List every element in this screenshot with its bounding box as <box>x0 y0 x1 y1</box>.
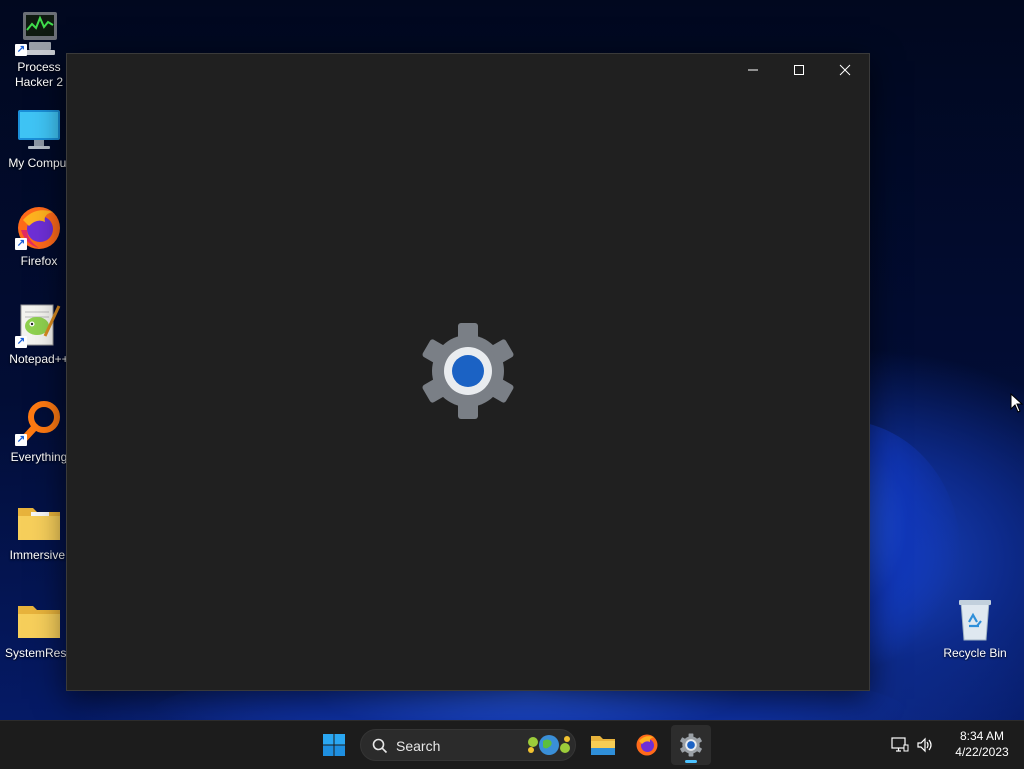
monitor-icon <box>15 106 63 154</box>
clock-date: 4/22/2023 <box>955 745 1009 759</box>
maximize-icon <box>794 65 804 75</box>
recycle-bin-icon <box>951 596 999 644</box>
shortcut-arrow-icon: ↗ <box>15 336 27 348</box>
desktop: ↗ Process Hacker 2 My Comput ↗ Firefox ↗… <box>0 0 1024 720</box>
active-app-indicator <box>685 760 697 763</box>
volume-icon <box>917 737 932 753</box>
file-explorer-button[interactable] <box>583 725 623 765</box>
folder-icon <box>15 596 63 644</box>
minimize-icon <box>748 69 758 71</box>
shortcut-arrow-icon: ↗ <box>15 434 27 446</box>
everything-search-icon: ↗ <box>15 400 63 448</box>
desktop-icon-recycle-bin[interactable]: Recycle Bin <box>936 596 1014 661</box>
minimize-button[interactable] <box>730 54 776 86</box>
network-icon <box>891 737 909 752</box>
firefox-taskbar-button[interactable] <box>627 725 667 765</box>
settings-window[interactable] <box>66 53 870 691</box>
settings-taskbar-button[interactable] <box>671 725 711 765</box>
search-placeholder: Search <box>396 738 441 754</box>
search-highlight-globe-icon <box>528 735 570 755</box>
shortcut-arrow-icon: ↗ <box>15 44 27 56</box>
taskbar-clock[interactable]: 8:34 AM 4/22/2023 <box>942 728 1022 760</box>
start-button[interactable] <box>314 725 354 765</box>
folder-icon <box>15 498 63 546</box>
firefox-icon <box>636 734 658 756</box>
maximize-button[interactable] <box>776 54 822 86</box>
mouse-cursor-icon <box>1010 393 1024 413</box>
clock-time: 8:34 AM <box>959 729 1005 743</box>
close-icon <box>839 64 851 76</box>
desktop-icon-label: Recycle Bin <box>943 646 1007 660</box>
close-button[interactable] <box>822 54 868 86</box>
start-icon <box>323 734 345 756</box>
settings-icon <box>680 733 702 757</box>
notepad-plus-plus-icon: ↗ <box>15 302 63 350</box>
shortcut-arrow-icon: ↗ <box>15 238 27 250</box>
firefox-icon: ↗ <box>15 204 63 252</box>
search-icon <box>372 738 388 754</box>
process-hacker-icon: ↗ <box>15 10 63 58</box>
taskbar: Search 8:34 AM 4/22/2023 <box>0 720 1024 769</box>
file-explorer-icon <box>591 736 615 755</box>
settings-gear-icon <box>418 323 518 419</box>
network-tray-button[interactable] <box>886 725 914 765</box>
volume-tray-button[interactable] <box>912 725 938 765</box>
search-box[interactable]: Search <box>360 729 576 761</box>
